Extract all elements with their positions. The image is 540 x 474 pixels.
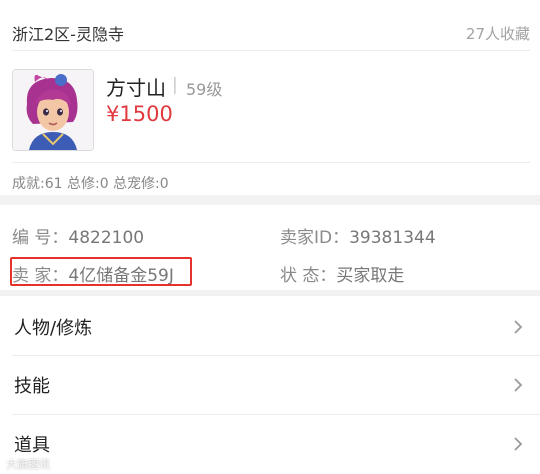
- seller-id-label: 卖家ID：: [280, 228, 350, 248]
- number-field: 编 号：4822100: [12, 223, 144, 248]
- seller-highlight-box: [10, 257, 192, 286]
- status-label: 状 态：: [280, 266, 337, 286]
- divider: [12, 162, 530, 163]
- watermark: 大旗图讯: [6, 458, 50, 471]
- status-value: 买家取走: [336, 266, 405, 286]
- menu-item-label: 技能: [14, 376, 50, 397]
- number-value: 4822100: [68, 228, 145, 248]
- achievement-summary: 成就:61 总修:0 总宠修:0: [12, 176, 169, 192]
- server-row: 浙江2区-灵隐寺 27人收藏: [12, 16, 530, 51]
- chevron-right-icon: [514, 378, 523, 392]
- menu-item-label: 人物/修炼: [14, 318, 93, 339]
- status-field: 状 态：买家取走: [280, 261, 404, 286]
- seller-id-value: 39381344: [349, 228, 436, 248]
- menu-item-label: 道具: [14, 435, 50, 456]
- chevron-right-icon: [514, 437, 523, 451]
- chevron-right-icon: [514, 320, 523, 334]
- favorite-count[interactable]: 27人收藏: [466, 23, 530, 44]
- number-label: 编 号：: [12, 228, 69, 248]
- menu-item-character-training[interactable]: 人物/修炼: [0, 298, 540, 356]
- character-level: 59级: [186, 80, 223, 99]
- seller-id-field: 卖家ID：39381344: [280, 223, 436, 248]
- character-avatar[interactable]: [12, 69, 94, 151]
- menu-item-skills[interactable]: 技能: [0, 356, 540, 414]
- price: ¥1500: [106, 102, 173, 126]
- detail-menu: 人物/修炼 技能 道具: [0, 296, 540, 474]
- menu-item-items[interactable]: 道具: [0, 415, 540, 473]
- avatar-portrait: [13, 70, 93, 150]
- server-name: 浙江2区-灵隐寺: [12, 25, 124, 44]
- name-level-separator: |: [172, 75, 178, 95]
- character-name: 方寸山: [106, 76, 166, 100]
- listing-card: 浙江2区-灵隐寺 27人收藏 方寸山 | 59级 ¥1500 成就:61 总修:…: [0, 0, 540, 195]
